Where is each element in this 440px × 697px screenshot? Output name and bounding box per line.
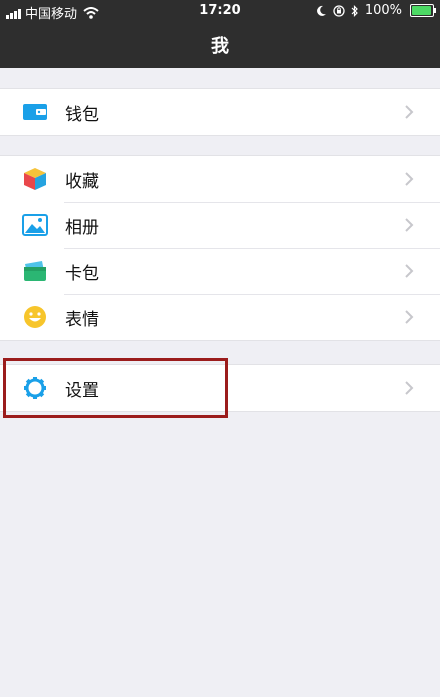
group-wallet: 钱包 xyxy=(0,88,440,136)
menu-item-wallet[interactable]: 钱包 xyxy=(0,89,440,135)
card-wallet-icon xyxy=(24,261,46,281)
chevron-right-icon xyxy=(405,105,414,119)
bluetooth-icon xyxy=(351,4,358,17)
chevron-right-icon xyxy=(405,381,414,395)
page-title: 我 xyxy=(211,36,229,57)
group-collections: 收藏 相册 卡包 表情 xyxy=(0,155,440,341)
status-bar: 中国移动 17:20 100% xyxy=(0,0,440,22)
chevron-right-icon xyxy=(405,310,414,324)
nav-bar: 我 xyxy=(0,22,440,68)
menu-item-label: 收藏 xyxy=(65,171,99,192)
battery-icon xyxy=(410,4,436,17)
rotation-lock-icon xyxy=(333,4,345,17)
chevron-right-icon xyxy=(405,218,414,232)
favorites-cube-icon xyxy=(24,168,46,190)
menu-item-album[interactable]: 相册 xyxy=(0,202,440,248)
menu-item-emoji[interactable]: 表情 xyxy=(0,294,440,340)
battery-percent: 100% xyxy=(364,3,402,18)
menu-item-card-wallet[interactable]: 卡包 xyxy=(0,248,440,294)
menu-item-label: 卡包 xyxy=(65,263,99,284)
chevron-right-icon xyxy=(405,172,414,186)
wallet-icon xyxy=(23,104,47,120)
emoji-face-icon xyxy=(24,306,46,328)
menu-item-label: 表情 xyxy=(65,309,99,330)
chevron-right-icon xyxy=(405,264,414,278)
menu-item-label: 相册 xyxy=(65,217,99,238)
status-right: 100% xyxy=(316,3,436,18)
moon-icon xyxy=(316,5,326,16)
album-image-icon xyxy=(22,214,48,236)
menu-item-label: 钱包 xyxy=(65,104,99,125)
settings-highlight-box xyxy=(3,358,228,418)
menu-item-favorites[interactable]: 收藏 xyxy=(0,156,440,202)
